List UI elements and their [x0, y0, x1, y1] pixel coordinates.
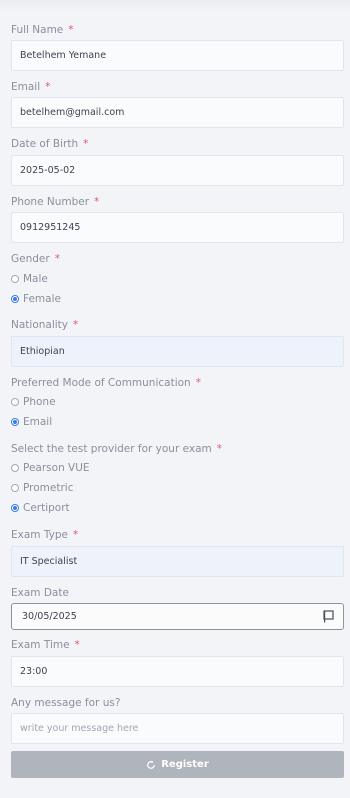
- gender-radio-female[interactable]: Female: [11, 292, 61, 306]
- register-label: Register: [161, 759, 209, 770]
- communication-radio-email[interactable]: Email: [11, 415, 52, 429]
- provider-radio-pearson[interactable]: Pearson VUE: [11, 461, 90, 475]
- message-label: Any message for us?: [11, 697, 121, 709]
- phone-label: Phone Number *: [11, 196, 100, 208]
- radio-dot[interactable]: [11, 464, 19, 472]
- exam-date-input[interactable]: 30/05/2025: [11, 603, 344, 630]
- exam-date-value: 30/05/2025: [22, 611, 77, 622]
- radio-dot-selected[interactable]: [11, 295, 19, 303]
- full-name-input[interactable]: Betelhem Yemane: [11, 40, 344, 71]
- provider-radio-prometric[interactable]: Prometric: [11, 481, 73, 495]
- email-input[interactable]: betelhem@gmail.com: [11, 97, 344, 128]
- message-textarea[interactable]: write your message here: [11, 713, 344, 744]
- communication-label: Preferred Mode of Communication *: [11, 377, 201, 389]
- dob-label: Date of Birth *: [11, 138, 89, 150]
- provider-radio-certiport[interactable]: Certiport: [11, 501, 70, 515]
- provider-label: Select the test provider for your exam *: [11, 443, 223, 455]
- nationality-select[interactable]: Ethiopian: [11, 336, 344, 367]
- radio-dot-selected[interactable]: [11, 504, 19, 512]
- exam-type-select[interactable]: IT Specialist: [11, 546, 344, 577]
- communication-radio-phone[interactable]: Phone: [11, 395, 56, 409]
- gender-label: Gender *: [11, 253, 60, 265]
- calendar-icon[interactable]: [323, 610, 334, 623]
- radio-dot-selected[interactable]: [11, 418, 19, 426]
- register-button[interactable]: Register: [11, 751, 344, 778]
- exam-date-label: Exam Date: [11, 587, 69, 599]
- top-band: [0, 0, 350, 12]
- gender-radio-male[interactable]: Male: [11, 272, 48, 286]
- phone-input[interactable]: 0912951245: [11, 212, 344, 243]
- refresh-icon: [147, 760, 156, 769]
- dob-input[interactable]: 2025-05-02: [11, 155, 344, 186]
- email-label: Email *: [11, 81, 51, 93]
- full-name-label: Full Name *: [11, 24, 74, 36]
- radio-dot[interactable]: [11, 484, 19, 492]
- radio-dot[interactable]: [11, 398, 19, 406]
- nationality-label: Nationality *: [11, 319, 79, 331]
- exam-time-label: Exam Time *: [11, 639, 80, 651]
- exam-time-input[interactable]: 23:00: [11, 656, 344, 687]
- radio-dot[interactable]: [11, 275, 19, 283]
- exam-type-label: Exam Type *: [11, 529, 79, 541]
